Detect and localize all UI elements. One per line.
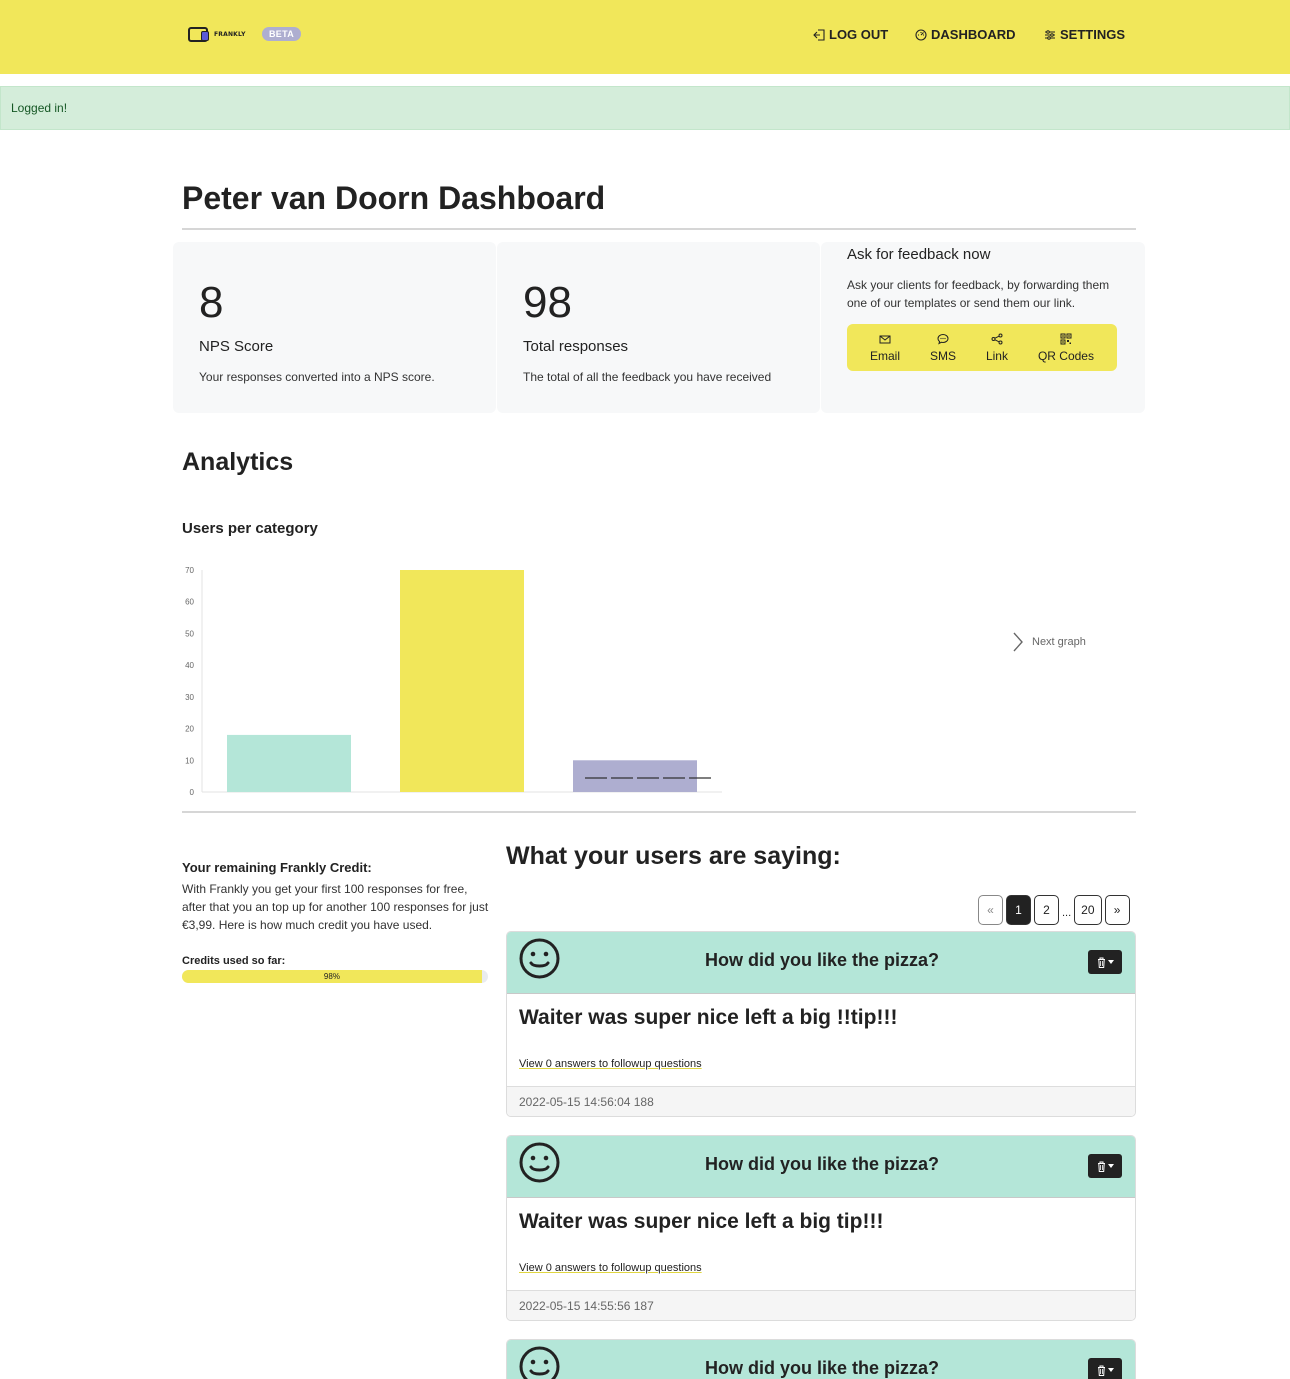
delete-dropdown-button[interactable]	[1088, 1154, 1122, 1178]
response-timestamp: 2022-05-15 14:56:04 188	[507, 1086, 1135, 1116]
responses-title: What your users are saying:	[506, 842, 841, 870]
response-body: Waiter was super nice left a big tip!!! …	[507, 1198, 1135, 1290]
logout-link[interactable]: LOG OUT	[813, 27, 888, 42]
trash-icon	[1097, 1161, 1105, 1172]
sliders-icon	[1045, 29, 1055, 40]
y-tick-label: 40	[185, 661, 194, 670]
sms-button[interactable]: SMS	[930, 333, 956, 363]
bar-1	[227, 734, 351, 792]
pagination-prev[interactable]: «	[978, 895, 1003, 925]
dashboard-label: DASHBOARD	[931, 27, 1016, 42]
response-question: How did you like the pizza?	[704, 950, 940, 970]
email-button-label: Email	[869, 348, 900, 363]
caret-down-icon	[1107, 1368, 1114, 1372]
total-responses-desc: The total of all the feedback you have r…	[523, 370, 772, 384]
response-timestamp: 2022-05-15 14:55:56 187	[507, 1290, 1135, 1320]
total-responses-label: Total responses	[523, 338, 629, 355]
settings-link[interactable]: SETTINGS	[1044, 27, 1125, 42]
pagination-page-2[interactable]: 2	[1034, 895, 1059, 925]
ask-feedback-title: Ask for feedback now	[847, 246, 991, 263]
delete-dropdown-button[interactable]	[1088, 950, 1122, 974]
nps-score-desc: Your responses converted into a NPS scor…	[199, 370, 435, 384]
credits-progress-fill: 98%	[182, 970, 482, 983]
y-tick-label: 70	[185, 566, 194, 575]
total-responses-value: 98	[523, 278, 572, 327]
y-tick-label: 0	[190, 788, 195, 797]
y-tick-label: 30	[185, 693, 194, 702]
link-button-label: Link	[985, 348, 1008, 363]
share-button-group: Email SMS Link QR Codes	[847, 324, 1117, 371]
response-question: How did you like the pizza?	[704, 1358, 940, 1378]
next-graph-label: Next graph	[1032, 636, 1086, 648]
response-card: How did you like the pizza? Waiter was s…	[506, 1135, 1136, 1321]
envelope-icon	[879, 335, 891, 343]
analytics-title: Analytics	[182, 448, 294, 476]
analytics-divider	[182, 811, 1136, 813]
link-button[interactable]: Link	[986, 333, 1008, 363]
response-body: Waiter was super nice left a big !!tip!!…	[507, 994, 1135, 1086]
view-followup-answers-link[interactable]: View 0 answers to followup questions	[519, 1058, 702, 1070]
response-header: How did you like the pizza?	[507, 1340, 1135, 1379]
ask-feedback-desc: Ask your clients for feedback, by forwar…	[847, 278, 1110, 310]
response-card: How did you like the pizza?	[506, 1339, 1136, 1379]
ask-feedback-card: Ask for feedback now Ask your clients fo…	[821, 242, 1145, 413]
response-question: How did you like the pizza?	[704, 1154, 940, 1174]
pagination-next[interactable]: »	[1104, 895, 1130, 925]
qr-code-icon	[1060, 333, 1072, 344]
settings-label: SETTINGS	[1060, 27, 1126, 42]
pagination-page-last[interactable]: 20	[1074, 895, 1102, 925]
nps-score-value: 8	[199, 278, 224, 327]
view-followup-answers-link[interactable]: View 0 answers to followup questions	[519, 1262, 702, 1274]
credits-progress-bar: 98%	[182, 970, 488, 983]
delete-dropdown-button[interactable]	[1088, 1358, 1122, 1379]
pagination: « 1 2 ... 20 »	[978, 895, 1130, 925]
response-answer: Waiter was super nice left a big tip!!!	[519, 1210, 884, 1233]
caret-down-icon	[1107, 1164, 1114, 1168]
top-navbar: FRANKLY BETA LOG OUT DASHBOARD SETTINGS	[0, 0, 1290, 74]
y-tick-label: 20	[185, 725, 194, 734]
chart-title: Users per category	[182, 520, 318, 537]
next-graph-button[interactable]: Next graph	[1012, 631, 1086, 653]
speedometer-icon	[915, 28, 927, 41]
nps-score-label: NPS Score	[199, 338, 274, 355]
users-per-category-chart: 0 10 20 30 40 50 60 70	[185, 566, 722, 797]
response-header: How did you like the pizza?	[507, 1136, 1135, 1198]
credits-used-label: Credits used so far:	[182, 955, 286, 967]
caret-down-icon	[1107, 960, 1114, 964]
email-button[interactable]: Email	[870, 333, 900, 363]
login-success-alert: Logged in!	[0, 86, 1290, 130]
nps-score-card: 8 NPS Score Your responses converted int…	[173, 242, 496, 413]
total-responses-card: 98 Total responses The total of all the …	[497, 242, 820, 413]
title-divider	[182, 228, 1136, 230]
logo-icon	[188, 27, 209, 42]
share-icon	[991, 333, 1003, 344]
y-tick-label: 60	[185, 598, 194, 607]
qr-codes-button[interactable]: QR Codes	[1038, 333, 1094, 363]
pagination-page-1[interactable]: 1	[1006, 895, 1031, 925]
response-card: How did you like the pizza? Waiter was s…	[506, 931, 1136, 1117]
qr-codes-button-label: QR Codes	[1037, 348, 1094, 363]
credit-title: Your remaining Frankly Credit:	[182, 860, 372, 875]
response-header: How did you like the pizza?	[507, 932, 1135, 994]
sms-button-label: SMS	[929, 348, 956, 363]
logo-text: FRANKLY	[214, 31, 246, 38]
chevron-right-icon	[1013, 632, 1023, 652]
credit-desc: With Frankly you get your first 100 resp…	[182, 882, 489, 932]
logout-icon	[813, 28, 825, 41]
logout-label: LOG OUT	[829, 27, 889, 42]
pagination-ellipsis: ...	[1062, 907, 1072, 919]
response-answer: Waiter was super nice left a big !!tip!!…	[519, 1006, 898, 1029]
bar-2	[400, 570, 524, 792]
chat-icon	[937, 333, 949, 344]
y-tick-label: 10	[185, 756, 194, 765]
bar-3	[573, 760, 697, 792]
trash-icon	[1097, 957, 1105, 968]
frankly-logo[interactable]: FRANKLY	[188, 27, 246, 42]
dashboard-link[interactable]: DASHBOARD	[915, 27, 1016, 42]
beta-badge: BETA	[262, 27, 302, 41]
trash-icon	[1097, 1365, 1105, 1376]
page-title: Peter van Doorn Dashboard	[182, 180, 606, 216]
y-tick-label: 50	[185, 629, 194, 638]
